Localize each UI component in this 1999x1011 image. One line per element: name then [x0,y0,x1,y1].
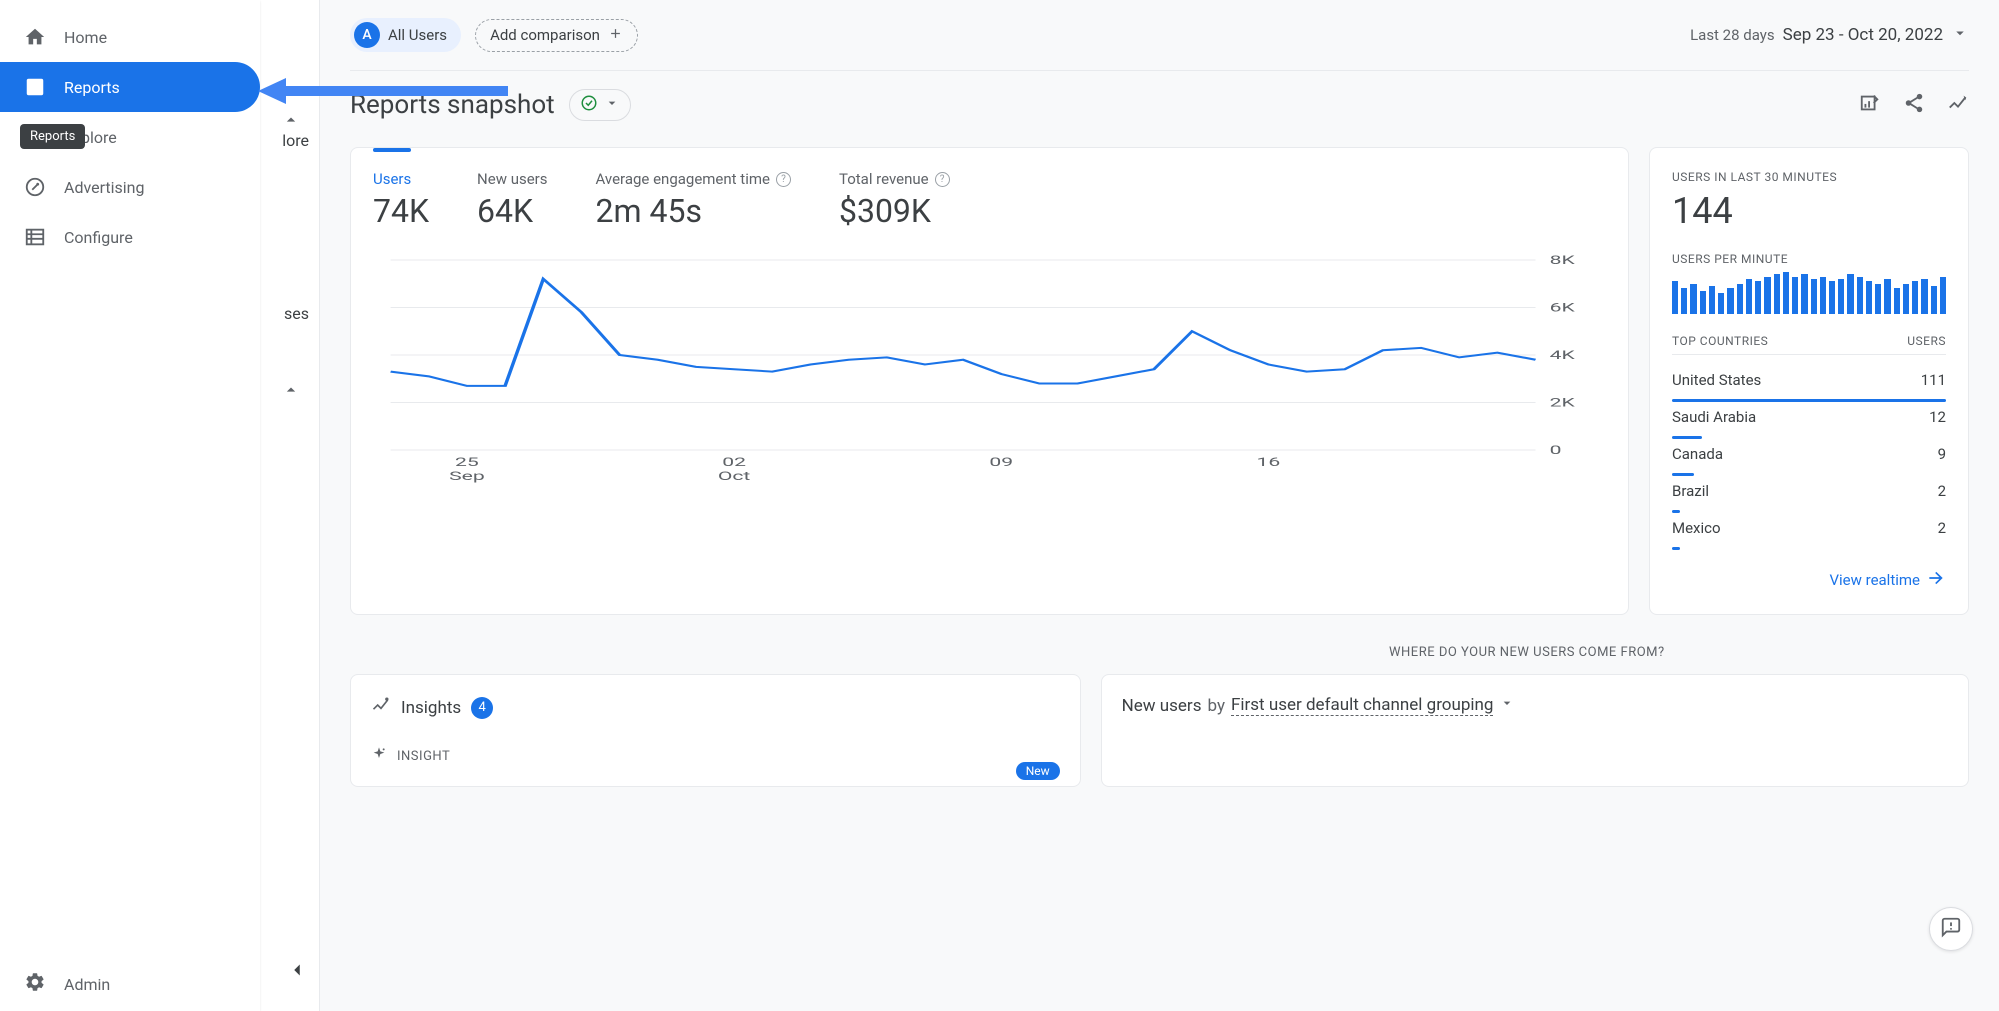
svg-text:16: 16 [1257,456,1281,470]
svg-text:8K: 8K [1550,254,1575,268]
metric-label: New users [477,170,547,188]
chevron-up-icon[interactable] [281,380,301,404]
plus-icon [608,26,623,45]
verified-dropdown[interactable] [569,89,631,121]
add-comparison-button[interactable]: Add comparison [475,19,638,52]
chevron-down-icon [604,95,620,115]
sparkle-icon [371,746,387,766]
metric-engagement[interactable]: Average engagement time ? 2m 45s [595,170,790,230]
channel-card: New users by First user default channel … [1101,674,1969,787]
home-icon [24,26,46,48]
realtime-card: USERS IN LAST 30 MINUTES 144 USERS PER M… [1649,147,1969,615]
country-row: Brazil2 [1672,476,1946,513]
mini-bar-chart [1672,272,1946,314]
info-icon[interactable]: ? [776,172,791,187]
topbar: A All Users Add comparison Last 28 days … [350,0,1969,71]
svg-text:25: 25 [455,456,479,470]
new-badge: New [1016,762,1060,780]
country-row: Saudi Arabia12 [1672,402,1946,439]
nav-label: Home [64,28,107,47]
country-row: Canada9 [1672,439,1946,476]
metric-value: 2m 45s [595,192,790,230]
arrow-right-icon [1926,568,1946,592]
realtime-value: 144 [1672,190,1946,232]
chevron-down-icon [1499,695,1515,716]
feedback-icon [1940,916,1962,942]
country-row: United States111 [1672,365,1946,402]
segment-label: All Users [388,26,447,44]
country-row: Mexico2 [1672,513,1946,550]
check-icon [580,94,598,116]
insights-icon[interactable] [1947,92,1969,118]
svg-text:2K: 2K [1550,396,1575,410]
feedback-button[interactable] [1929,907,1973,951]
nav-label: Reports [64,78,120,97]
nav-tooltip: Reports [20,124,85,149]
svg-text:Oct: Oct [718,470,751,484]
metric-value: 74K [373,192,429,230]
realtime-label: USERS IN LAST 30 MINUTES [1672,170,1946,184]
date-picker[interactable]: Last 28 days Sep 23 - Oct 20, 2022 [1690,24,1969,46]
svg-text:6K: 6K [1550,301,1575,315]
segment-badge: A [354,22,380,48]
insight-label: INSIGHT [397,749,450,764]
nav-advertising[interactable]: Advertising [0,162,260,212]
per-minute-label: USERS PER MINUTE [1672,252,1946,266]
customize-icon[interactable] [1859,92,1881,118]
configure-icon [24,226,46,248]
sidebar: Home Reports Explore Advertising [0,0,260,1011]
info-icon[interactable]: ? [935,172,950,187]
insights-count: 4 [471,697,493,719]
sparkle-icon [371,695,391,720]
view-realtime-link[interactable]: View realtime [1672,568,1946,592]
channel-dropdown[interactable]: New users by First user default channel … [1122,695,1948,716]
svg-text:02: 02 [722,456,746,470]
insights-title: Insights [401,698,461,718]
date-range: Sep 23 - Oct 20, 2022 [1783,25,1943,45]
metric-value: 64K [477,192,547,230]
svg-text:4K: 4K [1550,349,1575,363]
nav-admin[interactable]: Admin [0,957,260,1011]
users-header: USERS [1907,334,1946,348]
nav-label: Admin [64,975,110,994]
metric-new-users[interactable]: New users 64K [477,170,547,230]
segment-chip[interactable]: A All Users [350,18,461,52]
svg-text:09: 09 [989,456,1013,470]
share-icon[interactable] [1903,92,1925,118]
svg-text:0: 0 [1550,444,1562,458]
overview-card: Users 74K New users 64K Average engageme… [350,147,1629,615]
active-metric-indicator [373,148,411,152]
period-label: Last 28 days [1690,26,1775,44]
countries-header: TOP COUNTRIES [1672,334,1768,348]
advertising-icon [24,176,46,198]
main-content: A All Users Add comparison Last 28 days … [320,0,1999,1011]
metric-label: Total revenue ? [839,170,950,188]
nav-label: Advertising [64,178,145,197]
svg-text:Sep: Sep [449,470,485,484]
chevron-down-icon [1951,24,1969,46]
nav-configure[interactable]: Configure [0,212,260,262]
nav-home[interactable]: Home [0,12,260,62]
users-chart: 0 2K 4K 6K 8K 25Sep 02Oct 09 16 [373,250,1606,490]
gear-icon [24,971,46,997]
metric-label: Users [373,170,429,188]
metric-revenue[interactable]: Total revenue ? $309K [839,170,950,230]
nav-label: Configure [64,228,133,247]
chevron-left-icon[interactable] [286,959,308,985]
nav-reports[interactable]: Reports [0,62,260,112]
section-label: WHERE DO YOUR NEW USERS COME FROM? [1389,645,1969,660]
metric-users[interactable]: Users 74K [373,170,429,230]
reports-icon [24,76,46,98]
metric-value: $309K [839,192,950,230]
insights-card: Insights 4 INSIGHT New [350,674,1081,787]
collapsed-panel: lore ses [260,0,320,1011]
chevron-up-icon[interactable] [281,110,301,134]
metric-label: Average engagement time ? [595,170,790,188]
partial-text: ses [284,304,309,323]
page-header: Reports snapshot [350,71,1969,147]
page-title: Reports snapshot [350,90,555,120]
